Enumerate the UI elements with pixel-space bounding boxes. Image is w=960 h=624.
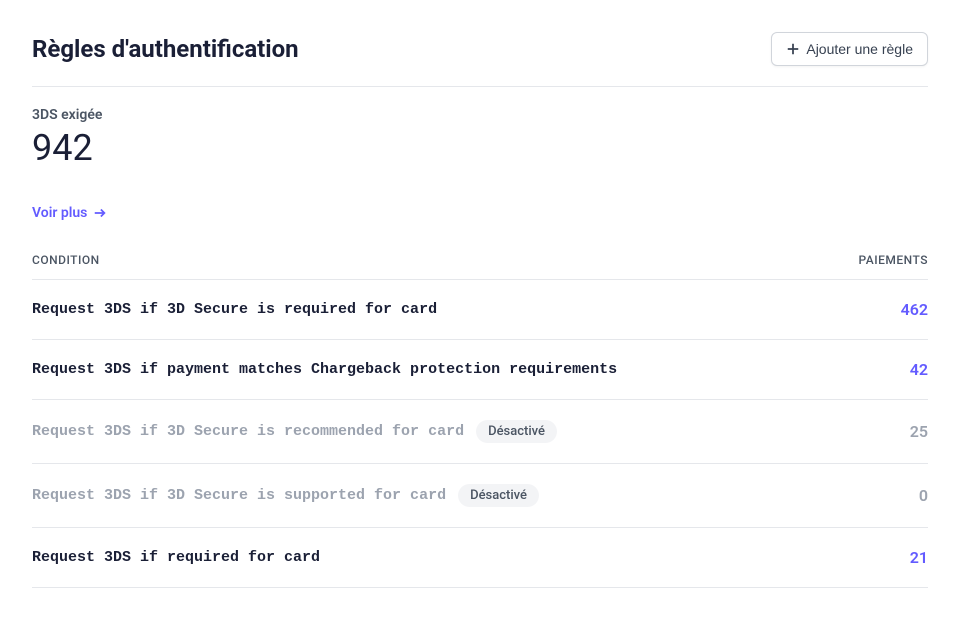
condition-text: Request 3DS if payment matches Chargebac… xyxy=(32,361,617,378)
condition-text: Request 3DS if 3D Secure is recommended … xyxy=(32,423,464,440)
authentication-rules-card: Règles d'authentification Ajouter une rè… xyxy=(32,32,928,588)
condition-cell: Request 3DS if 3D Secure is supported fo… xyxy=(32,484,539,507)
add-rule-button[interactable]: Ajouter une règle xyxy=(771,32,928,66)
payment-count: 0 xyxy=(919,486,928,505)
table-row[interactable]: Request 3DS if payment matches Chargebac… xyxy=(32,340,928,400)
see-more-label: Voir plus xyxy=(32,205,87,221)
stats-section: 3DS exigée 942 xyxy=(32,87,928,185)
disabled-badge: Désactivé xyxy=(458,484,539,507)
disabled-badge: Désactivé xyxy=(476,420,557,443)
table-row[interactable]: Request 3DS if required for card 21 xyxy=(32,528,928,588)
condition-text: Request 3DS if 3D Secure is required for… xyxy=(32,301,437,318)
table-header: CONDITION PAIEMENTS xyxy=(32,253,928,280)
column-header-condition: CONDITION xyxy=(32,253,100,267)
column-header-payments: PAIEMENTS xyxy=(859,253,929,267)
condition-cell: Request 3DS if 3D Secure is required for… xyxy=(32,301,437,318)
table-row[interactable]: Request 3DS if 3D Secure is required for… xyxy=(32,280,928,340)
condition-cell: Request 3DS if 3D Secure is recommended … xyxy=(32,420,557,443)
condition-text: Request 3DS if required for card xyxy=(32,549,320,566)
table-body: Request 3DS if 3D Secure is required for… xyxy=(32,280,928,588)
plus-icon xyxy=(786,42,800,56)
stat-label: 3DS exigée xyxy=(32,107,928,123)
table-row[interactable]: Request 3DS if 3D Secure is supported fo… xyxy=(32,464,928,528)
payment-count: 42 xyxy=(910,360,928,379)
arrow-right-icon xyxy=(93,206,107,220)
condition-cell: Request 3DS if payment matches Chargebac… xyxy=(32,361,617,378)
header: Règles d'authentification Ajouter une rè… xyxy=(32,32,928,87)
add-rule-label: Ajouter une règle xyxy=(806,41,913,57)
stat-value: 942 xyxy=(32,127,928,169)
see-more-link[interactable]: Voir plus xyxy=(32,205,107,221)
payment-count: 462 xyxy=(901,300,928,319)
payment-count: 25 xyxy=(910,422,928,441)
condition-text: Request 3DS if 3D Secure is supported fo… xyxy=(32,487,446,504)
page-title: Règles d'authentification xyxy=(32,35,299,63)
condition-cell: Request 3DS if required for card xyxy=(32,549,320,566)
payment-count: 21 xyxy=(910,548,928,567)
table-row[interactable]: Request 3DS if 3D Secure is recommended … xyxy=(32,400,928,464)
